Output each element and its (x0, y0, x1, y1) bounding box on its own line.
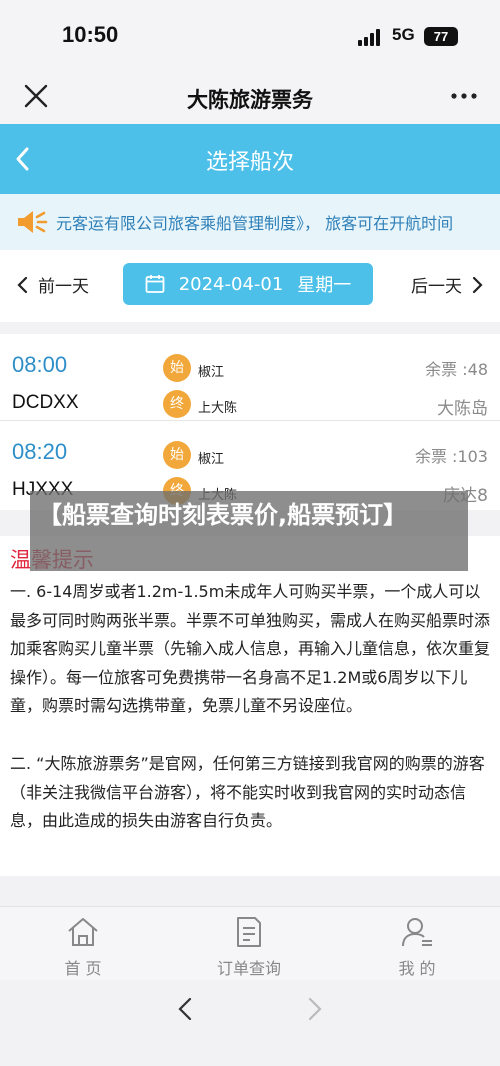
start-badge: 始 (163, 441, 191, 469)
selected-date: 2024-04-01 (178, 273, 284, 295)
tab-home[interactable]: 首 页 (28, 915, 138, 979)
next-day-button[interactable]: 后一天 (411, 272, 484, 297)
user-icon (402, 918, 432, 947)
trip-row[interactable]: 08:00 DCDXX 始 椒江 终 上大陈 余票 :48 大陈岛 (0, 334, 500, 421)
notice-bar[interactable]: 元客运有限公司旅客乘船管理制度》， 旅客可在开航时间 (0, 194, 500, 250)
chevron-left-icon (17, 276, 28, 293)
departure-time: 08:20 (12, 439, 68, 464)
battery-icon: 77 (424, 27, 458, 46)
next-day-label: 后一天 (411, 277, 462, 297)
notice-text: 元客运有限公司旅客乘船管理制度》， 旅客可在开航时间 (56, 214, 454, 233)
start-badge: 始 (163, 354, 191, 382)
tab-home-label: 首 页 (64, 959, 102, 978)
calendar-icon (145, 275, 165, 293)
status-bar: 10:50 5G 77 (0, 0, 500, 70)
more-options-icon[interactable] (448, 84, 480, 108)
departure-time: 08:00 (12, 352, 68, 377)
tips-section: 温馨提示 一. 6-14周岁或者1.2m-1.5m未成年人可购买半票，一个成人可… (0, 536, 500, 876)
end-badge: 终 (163, 390, 191, 418)
speaker-icon (18, 211, 48, 233)
seats-remaining: 余票 :103 (414, 447, 488, 466)
prev-day-button[interactable]: 前一天 (16, 272, 89, 297)
tab-orders[interactable]: 订单查询 (194, 915, 304, 979)
home-icon (68, 918, 98, 946)
tab-mine-label: 我 的 (398, 959, 436, 978)
date-navigator: 前一天 2024-04-01 星期一 后一天 (0, 250, 500, 322)
start-port: 椒江 (198, 365, 225, 380)
browser-back-icon[interactable] (173, 996, 199, 1022)
app-screen: 10:50 5G 77 大陈旅游票务 选择船次 元客运有限公司旅客乘船管理制度》… (0, 0, 500, 1066)
overlay-banner: 【船票查询时刻表票价,船票预订】 (30, 491, 468, 571)
destination: 大陈岛 (437, 399, 488, 419)
status-time: 10:50 (62, 22, 119, 47)
chevron-right-icon (472, 276, 483, 293)
tab-orders-label: 订单查询 (216, 959, 281, 978)
window-title: 大陈旅游票务 (187, 88, 313, 112)
prev-day-label: 前一天 (38, 277, 89, 297)
browser-nav-bar (0, 980, 500, 1066)
selected-weekday: 星期一 (297, 275, 352, 296)
tab-mine[interactable]: 我 的 (362, 915, 472, 979)
start-port: 椒江 (198, 452, 225, 467)
page-header: 选择船次 (0, 124, 500, 194)
trip-code: DCDXX (12, 392, 79, 413)
tips-paragraph-1: 一. 6-14周岁或者1.2m-1.5m未成年人可购买半票，一个成人可以最多可同… (10, 582, 491, 715)
bottom-tab-bar: 首 页 订单查询 我 的 (0, 906, 500, 980)
order-document-icon (237, 917, 261, 947)
end-port: 上大陈 (198, 401, 238, 416)
page-title: 选择船次 (205, 150, 294, 175)
signal-icon (358, 28, 384, 46)
network-label: 5G (392, 25, 415, 44)
tips-paragraph-2: 二. “大陈旅游票务”是官网，任何第三方链接到我官网的购票的游客（非关注我微信平… (10, 754, 485, 830)
trip-list: 08:00 DCDXX 始 椒江 终 上大陈 余票 :48 大陈岛 08:20 … (0, 334, 500, 510)
browser-forward-icon[interactable] (301, 996, 327, 1022)
seats-remaining: 余票 :48 (425, 360, 488, 379)
date-picker-button[interactable]: 2024-04-01 星期一 (123, 263, 373, 305)
window-title-bar: 大陈旅游票务 (0, 70, 500, 124)
